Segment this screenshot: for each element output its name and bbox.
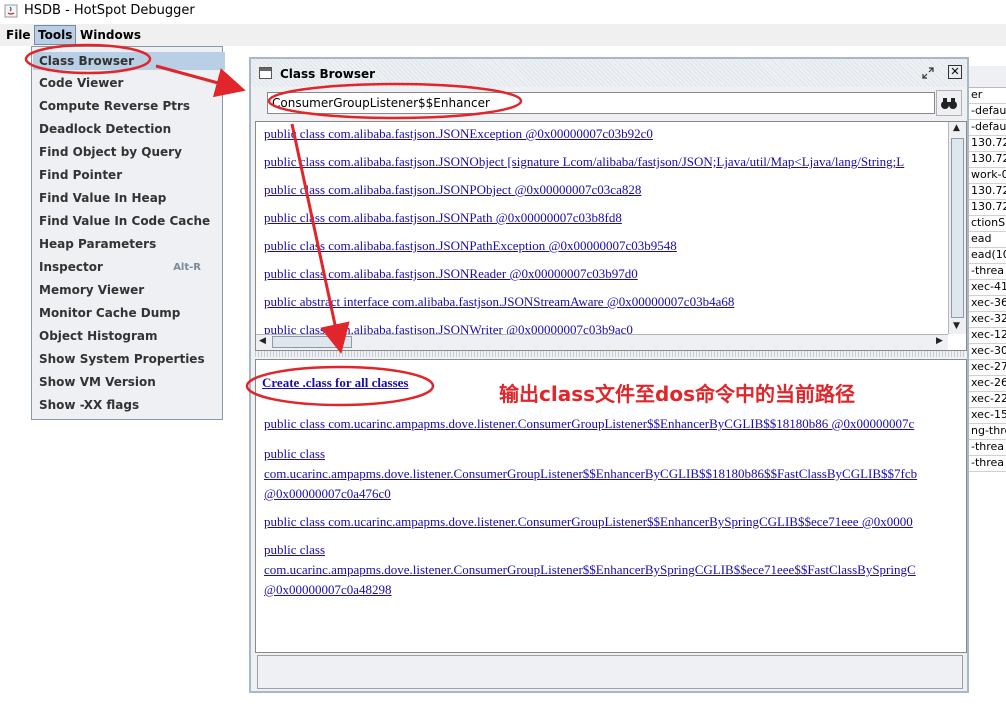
class-list-item[interactable]: public class com.alibaba.fastjson.JSONRe…: [264, 266, 638, 282]
background-table-cell: work-0: [971, 168, 1006, 181]
menu-file[interactable]: File: [3, 26, 34, 44]
class-result-line[interactable]: @0x00000007c0a48298: [264, 582, 392, 598]
class-search-input[interactable]: ConsumerGroupListener$$Enhancer: [267, 92, 935, 114]
class-result-line[interactable]: public class: [264, 542, 325, 558]
background-table-cell: ead(10: [971, 248, 1006, 261]
class-list-item[interactable]: public class com.alibaba.fastjson.JSONOb…: [264, 154, 904, 170]
background-table-cell: -threa: [971, 440, 1005, 453]
menu-item-heap-parameters[interactable]: Heap Parameters: [39, 237, 156, 251]
vertical-scroll-thumb[interactable]: [951, 138, 964, 318]
background-table-cell: ng-thre: [971, 424, 1006, 437]
class-list-vertical-scrollbar[interactable]: ▲ ▼: [948, 122, 966, 334]
menu-item-object-histogram[interactable]: Object Histogram: [39, 329, 157, 343]
class-list-horizontal-scrollbar[interactable]: ◀ ▶: [256, 334, 948, 350]
background-table-separator: [969, 471, 1006, 472]
menu-item-shortcut: Alt-R: [173, 262, 201, 273]
menu-item-show-system-properties[interactable]: Show System Properties: [39, 352, 205, 366]
java-app-icon: [4, 4, 18, 18]
create-class-files-link[interactable]: Create .class for all classes: [262, 375, 408, 391]
app-title: HSDB - HotSpot Debugger: [24, 3, 195, 18]
background-table-cell: xec-12: [971, 328, 1006, 341]
class-result-line[interactable]: public class com.ucarinc.ampapms.dove.li…: [264, 416, 914, 432]
menu-bar: File Tools Windows: [0, 24, 1006, 46]
background-window-header: [969, 66, 1006, 88]
frame-icon: [259, 67, 272, 79]
background-table-cell: xec-27: [971, 360, 1006, 373]
class-list-item[interactable]: public class com.alibaba.fastjson.JSONPO…: [264, 182, 641, 198]
class-result-line[interactable]: @0x00000007c0a476c0: [264, 486, 391, 502]
background-table-cell: -threa: [971, 264, 1005, 277]
menu-tools[interactable]: Tools: [34, 25, 77, 45]
background-table-cell: -defau: [971, 104, 1006, 117]
background-thread-window: er -defau -defau 130.72 130.72 work-0 130.72 13…: [968, 66, 1006, 576]
background-table-cell: xec-36: [971, 296, 1006, 309]
class-browser-title: Class Browser: [280, 67, 376, 81]
background-table-cell: xec-41: [971, 280, 1006, 293]
menu-item-show-vm-version[interactable]: Show VM Version: [39, 375, 156, 389]
class-list-panel: public class com.alibaba.fastjson.JSONEx…: [255, 121, 967, 351]
menu-item-find-pointer[interactable]: Find Pointer: [39, 168, 122, 182]
menu-item-label: Class Browser: [39, 54, 135, 68]
menu-item-inspector[interactable]: Inspector Alt-R: [39, 260, 215, 274]
menu-item-class-browser[interactable]: Class Browser: [33, 52, 225, 70]
scroll-right-arrow-icon[interactable]: ▶: [936, 336, 943, 346]
close-icon[interactable]: ✕: [948, 65, 962, 79]
split-pane-divider[interactable]: [255, 351, 965, 357]
menu-item-find-object-by-query[interactable]: Find Object by Query: [39, 145, 182, 159]
class-result-line[interactable]: public class: [264, 446, 325, 462]
class-result-line[interactable]: public class com.ucarinc.ampapms.dove.li…: [264, 514, 913, 530]
background-table-cell: -defau: [971, 120, 1006, 133]
menu-item-compute-reverse-ptrs[interactable]: Compute Reverse Ptrs: [39, 99, 190, 113]
menu-item-monitor-cache-dump[interactable]: Monitor Cache Dump: [39, 306, 180, 320]
menu-item-code-viewer[interactable]: Code Viewer: [39, 76, 123, 90]
class-browser-window: Class Browser ✕ ConsumerGroupListener$$E…: [249, 57, 969, 693]
menu-item-find-value-in-code-cache[interactable]: Find Value In Code Cache: [39, 214, 210, 228]
binoculars-search-icon[interactable]: [936, 90, 962, 116]
menu-item-deadlock-detection[interactable]: Deadlock Detection: [39, 122, 171, 136]
background-table-cell: xec-30: [971, 344, 1006, 357]
menu-item-label: Inspector: [39, 260, 103, 274]
background-table-cell: xec-15: [971, 408, 1006, 421]
scroll-left-arrow-icon[interactable]: ◀: [259, 336, 266, 346]
tools-dropdown-menu: Class Browser Code Viewer Compute Revers…: [31, 46, 225, 420]
background-table-cell: 130.72: [971, 184, 1006, 197]
scroll-down-arrow-icon[interactable]: ▼: [953, 321, 960, 331]
class-list-item[interactable]: public class com.alibaba.fastjson.JSONPa…: [264, 210, 622, 226]
scroll-up-arrow-icon[interactable]: ▲: [953, 123, 960, 133]
background-table-cell: ctionS: [971, 216, 1006, 229]
menu-item-show-xx-flags[interactable]: Show -XX flags: [39, 398, 139, 412]
menu-item-memory-viewer[interactable]: Memory Viewer: [39, 283, 144, 297]
background-table-cell: 130.72: [971, 136, 1006, 149]
background-table-cell: 130.72: [971, 200, 1006, 213]
menu-item-find-value-in-heap[interactable]: Find Value In Heap: [39, 191, 166, 205]
class-list-item[interactable]: public class com.alibaba.fastjson.JSONEx…: [264, 126, 653, 142]
background-table-cell: xec-22: [971, 392, 1006, 405]
annotation-text: 输出class文件至dos命令中的当前路径: [499, 382, 855, 406]
class-browser-title-bar[interactable]: Class Browser ✕: [251, 59, 967, 87]
horizontal-scroll-thumb[interactable]: [272, 336, 352, 348]
class-result-line[interactable]: com.ucarinc.ampapms.dove.listener.Consum…: [264, 562, 916, 578]
class-list-item[interactable]: public abstract interface com.alibaba.fa…: [264, 294, 734, 310]
background-table-cell: -threa: [971, 456, 1005, 469]
window-title-bar: HSDB - HotSpot Debugger: [0, 0, 1006, 24]
menu-windows[interactable]: Windows: [77, 26, 144, 44]
restore-icon[interactable]: [921, 66, 935, 80]
background-table-cell: xec-32: [971, 312, 1006, 325]
status-area: [257, 655, 963, 689]
background-table-cell: er: [971, 88, 983, 101]
background-table-cell: ead: [971, 232, 992, 245]
class-list-item[interactable]: public class com.alibaba.fastjson.JSONPa…: [264, 238, 677, 254]
background-table-cell: xec-26: [971, 376, 1006, 389]
background-table-cell: 130.72: [971, 152, 1006, 165]
class-result-line[interactable]: com.ucarinc.ampapms.dove.listener.Consum…: [264, 466, 917, 482]
